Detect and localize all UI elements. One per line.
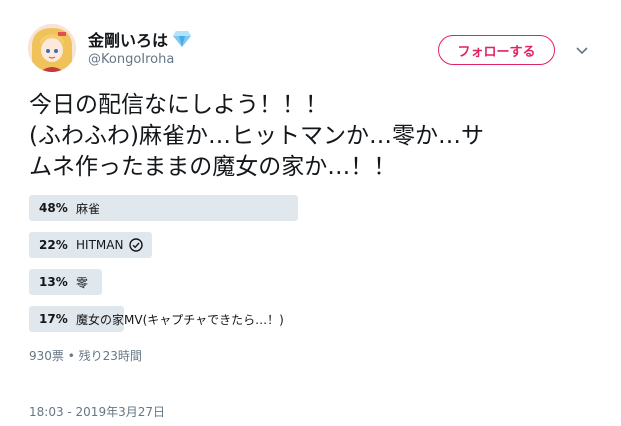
poll-choice-label: 麻雀: [76, 201, 101, 216]
poll-percent: 48%: [39, 201, 68, 215]
poll-option: 48% 麻雀: [29, 195, 589, 221]
poll: 48% 麻雀 22% HITMAN 13% 零 17% 魔女の家MV(キャプチャ…: [29, 195, 589, 343]
tweet-line: 今日の配信なにしよう！！！: [29, 92, 328, 118]
poll-summary: 930票 • 残り23時間: [29, 349, 142, 363]
display-name[interactable]: 金剛いろは: [88, 27, 168, 51]
poll-percent: 17%: [39, 312, 68, 326]
avatar[interactable]: [28, 24, 76, 72]
poll-choice-label: 魔女の家MV(キャプチャできたら…！): [76, 312, 284, 327]
poll-percent: 22%: [39, 238, 68, 252]
follow-button[interactable]: フォローする: [438, 35, 555, 65]
poll-percent: 13%: [39, 275, 68, 289]
tweet-line: (ふわふわ)麻雀か…ヒットマンか…零か…サ: [29, 123, 484, 149]
user-handle[interactable]: @KongoIroha: [88, 52, 174, 67]
tweet-timestamp[interactable]: 18:03 - 2019年3月27日: [29, 403, 165, 420]
tweet-text: 今日の配信なにしよう！！！ (ふわふわ)麻雀か…ヒットマンか…零か…サ ムネ作っ…: [29, 90, 589, 183]
poll-choice-label: HITMAN: [76, 238, 124, 252]
poll-option: 22% HITMAN: [29, 232, 589, 258]
diamond-icon: [172, 30, 192, 48]
tweet-line: ムネ作ったままの魔女の家か…！！: [29, 154, 397, 180]
poll-option: 13% 零: [29, 269, 589, 295]
author-name-row: 金剛いろは: [88, 27, 192, 51]
poll-choice-label: 零: [76, 275, 89, 290]
chevron-down-icon[interactable]: [574, 42, 590, 58]
check-circle-icon: [129, 238, 144, 252]
poll-option: 17% 魔女の家MV(キャプチャできたら…！): [29, 306, 589, 332]
